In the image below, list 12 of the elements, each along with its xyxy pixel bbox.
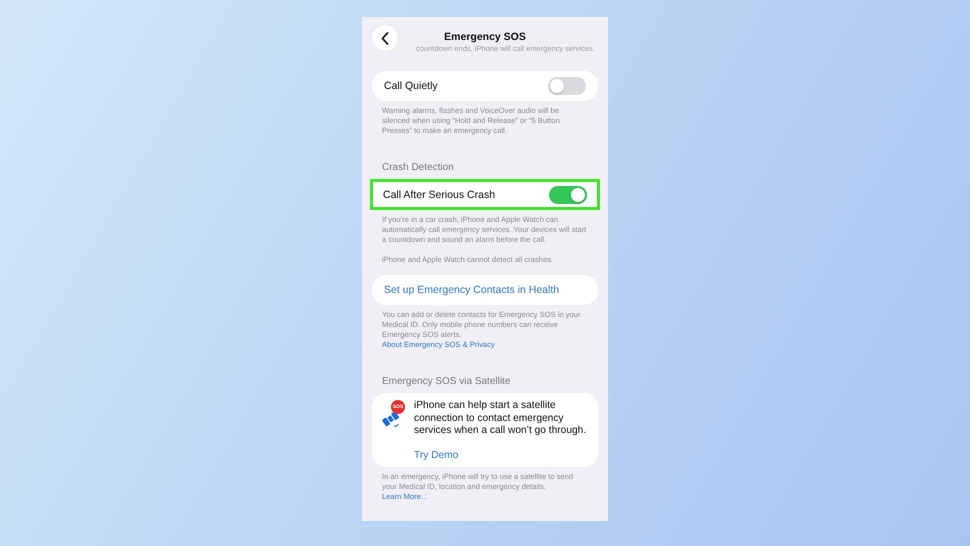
back-icon (381, 32, 389, 44)
toggle-switch[interactable] (549, 186, 587, 204)
toggle-switch[interactable] (548, 77, 586, 95)
row-label: Call Quietly (384, 80, 438, 92)
screen-title: Emergency SOS (444, 31, 526, 43)
row-label: Call After Serious Crash (383, 188, 496, 200)
section-header: Emergency SOS via Satellite (381, 376, 512, 389)
try-demo-link[interactable]: Try Demo (414, 450, 590, 460)
section-header: Crash Detection (381, 162, 455, 175)
back-button[interactable] (372, 25, 398, 51)
health-contacts-link[interactable]: Set up Emergency Contacts in Health (384, 284, 560, 296)
satellite-description: iPhone can help start a satellite connection to contact emergency services when a call won’t go through. (414, 400, 588, 438)
